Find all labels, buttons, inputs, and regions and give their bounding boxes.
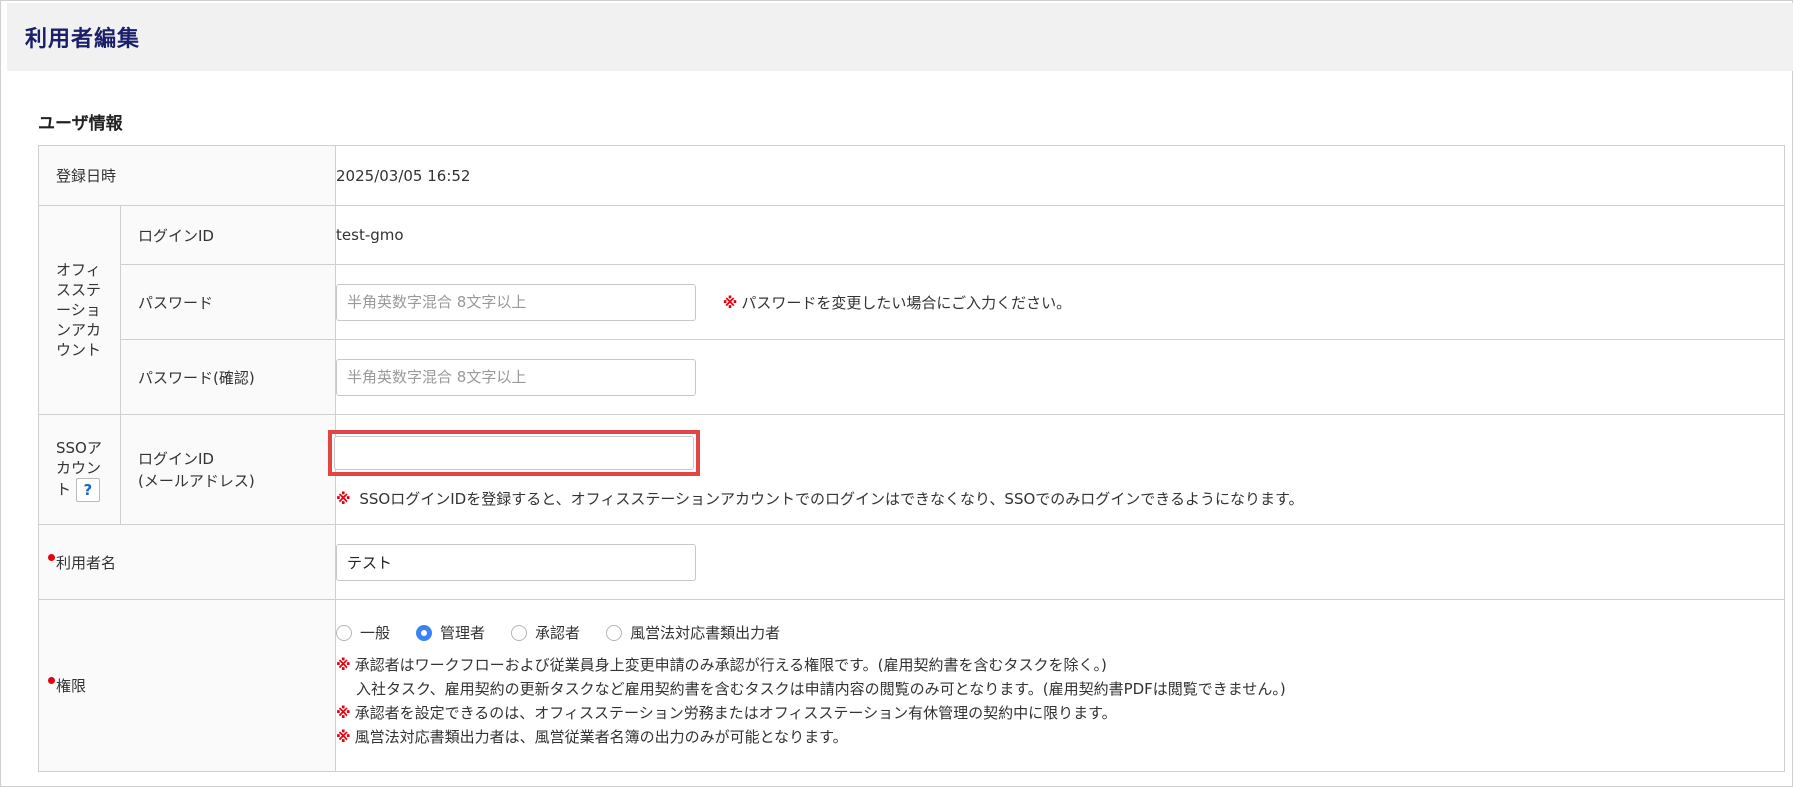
office-account-label: オフィスステーションアカウント [56, 261, 102, 359]
permission-note-1b: 入社タスク、雇用契約の更新タスクなど雇用契約書を含むタスクは申請内容の閲覧のみ可… [356, 680, 1286, 698]
password-note: ※ パスワードを変更したい場合にご入力ください。 [723, 294, 1071, 312]
password-note-text: パスワードを変更したい場合にご入力ください。 [741, 293, 1072, 312]
radio-admin-circle[interactable] [416, 624, 433, 641]
radio-document-outputter-label: 風営法対応書類出力者 [630, 624, 781, 642]
sso-login-id-label-line1: ログインID [138, 449, 214, 468]
note-mark: ※ [336, 656, 351, 674]
radio-approver[interactable]: 承認者 [511, 622, 580, 643]
page-header: 利用者編集 [7, 3, 1793, 71]
password-confirm-label: パスワード(確認) [138, 368, 255, 387]
user-name-input[interactable] [336, 543, 697, 581]
radio-document-outputter[interactable]: 風営法対応書類出力者 [606, 622, 780, 643]
password-confirm-input[interactable] [336, 358, 697, 396]
permission-label: 権限 [39, 677, 86, 695]
login-id-label-cell: ログインID [119, 205, 337, 265]
permission-notes: ※ 承認者はワークフローおよび従業員身上変更申請のみ承認が行える権限です。(雇用契… [336, 653, 1784, 749]
user-info-table: 登録日時 2025/03/05 16:52 オフィスステーションアカウント ログ… [37, 145, 1786, 772]
sso-login-id-input[interactable] [334, 436, 695, 470]
radio-admin-label: 管理者 [440, 624, 486, 642]
registered-label: 登録日時 [56, 167, 117, 185]
permission-note-1: ※ 承認者はワークフローおよび従業員身上変更申請のみ承認が行える権限です。(雇用契… [336, 653, 1784, 677]
radio-general[interactable]: 一般 [336, 622, 390, 643]
permission-note-2: ※ 承認者を設定できるのは、オフィスステーション労務またはオフィスステーション有休… [336, 701, 1784, 725]
login-id-value: test-gmo [336, 226, 404, 244]
section-title: ユーザ情報 [38, 114, 123, 134]
radio-admin[interactable]: 管理者 [416, 622, 485, 643]
password-row: パスワード ※パスワードを変更したい場合にご入力ください。 [39, 264, 1786, 340]
permission-row: 権限 一般 管理者 承認者 風営法対応書類出力者 ※ 承認者はワークフローおよび従… [37, 599, 1786, 772]
permission-label-text: 権限 [56, 677, 87, 695]
registered-row: 登録日時 2025/03/05 16:52 [37, 145, 1786, 206]
password-confirm-label-cell: パスワード(確認) [119, 339, 337, 415]
password-label-cell: パスワード [119, 264, 337, 340]
sso-value-cell: ※ SSOログインIDを登録すると、オフィスステーションアカウントでのログインは… [328, 414, 1786, 525]
radio-approver-circle[interactable] [511, 624, 528, 641]
help-icon[interactable]: ? [75, 477, 100, 502]
user-name-label-text: 利用者名 [56, 553, 117, 572]
sso-login-id-label: ログインID (メールアドレス) [121, 448, 335, 492]
permission-value-cell: 一般 管理者 承認者 風営法対応書類出力者 ※ 承認者はワークフローおよび従業員身… [335, 599, 1786, 772]
sso-note: ※ SSOログインIDを登録すると、オフィスステーションアカウントでのログインは… [336, 488, 1784, 509]
radio-general-circle[interactable] [336, 624, 353, 641]
sso-note-text: SSOログインIDを登録すると、オフィスステーションアカウントでのログインはでき… [359, 490, 1304, 508]
page-title: 利用者編集 [25, 27, 141, 52]
login-id-row: オフィスステーションアカウント ログインID test-gmo [38, 205, 1786, 415]
permission-label-cell: 権限 [37, 599, 337, 772]
app-frame: 利用者編集 ユーザ情報 登録日時 2025/03/05 16:52 オフィスステ… [0, 0, 1793, 787]
password-label: パスワード [138, 293, 214, 312]
sso-login-id-label-line2: (メールアドレス) [138, 471, 255, 490]
login-id-label: ログインID [138, 226, 214, 245]
login-id-value-cell: test-gmo [335, 205, 1786, 265]
sso-login-id-label-cell: ログインID (メールアドレス) [119, 414, 337, 525]
password-input[interactable] [336, 283, 697, 321]
radio-approver-label: 承認者 [535, 624, 581, 642]
permission-note-2-text: 承認者を設定できるのは、オフィスステーション労務またはオフィスステーション有休管… [354, 704, 1117, 722]
office-account-label-cell: オフィスステーションアカウント [38, 205, 121, 415]
password-confirm-row: パスワード(確認) [39, 339, 1786, 415]
permission-note-3-text: 風営法対応書類出力者は、風営従業者名簿の出力のみが可能となります。 [354, 728, 848, 746]
registered-value: 2025/03/05 16:52 [336, 166, 471, 185]
permission-note-3: ※ 風営法対応書類出力者は、風営従業者名簿の出力のみが可能となります。 [336, 725, 1784, 749]
password-confirm-value-cell [335, 339, 1786, 415]
registered-value-cell: 2025/03/05 16:52 [335, 145, 1786, 206]
password-value-cell: ※パスワードを変更したい場合にご入力ください。 [335, 264, 1786, 340]
radio-document-outputter-circle[interactable] [606, 624, 623, 641]
permission-note-1a: 承認者はワークフローおよび従業員身上変更申請のみ承認が行える権限です。(雇用契約… [354, 656, 1107, 674]
user-name-label-cell: 利用者名 [37, 524, 337, 600]
registered-label-cell: 登録日時 [37, 145, 337, 206]
required-mark [48, 677, 55, 684]
user-name-label: 利用者名 [39, 553, 117, 572]
user-name-row: 利用者名 [37, 524, 1786, 600]
sso-input-highlight [328, 430, 701, 476]
note-mark: ※ [336, 704, 351, 722]
sso-account-label: SSOアカウント ? [39, 438, 120, 502]
note-mark: ※ [336, 728, 351, 746]
user-name-value-cell [335, 524, 1786, 600]
permission-radio-group: 一般 管理者 承認者 風営法対応書類出力者 [336, 622, 1784, 643]
sso-row: SSOアカウント ? ログインID (メールアドレス) ※ SSOログインIDを… [38, 414, 1786, 525]
required-mark [48, 553, 55, 561]
sso-account-label-cell: SSOアカウント ? [38, 414, 121, 525]
note-mark: ※ [722, 293, 738, 312]
note-mark: ※ [336, 490, 351, 508]
radio-general-label: 一般 [360, 624, 391, 642]
